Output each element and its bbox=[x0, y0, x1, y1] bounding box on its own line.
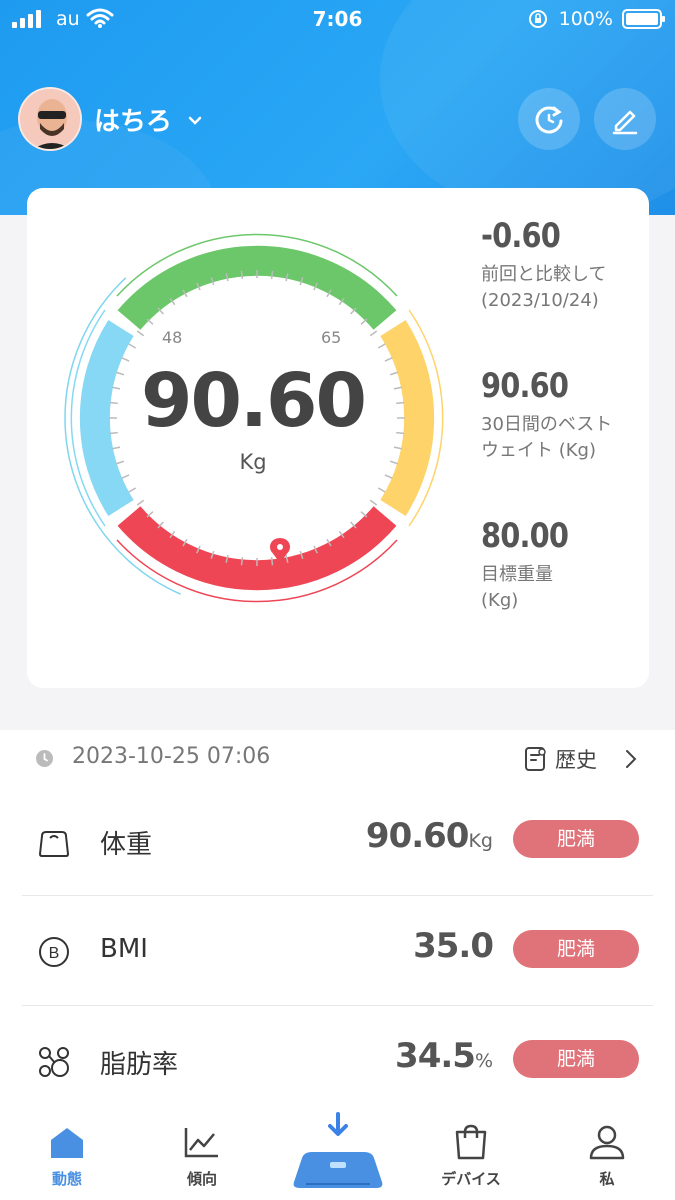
tab-label: 動態 bbox=[51, 1170, 82, 1188]
tab-label: 私 bbox=[599, 1170, 615, 1188]
stat-label-unit: ウェイト (Kg) bbox=[481, 440, 596, 461]
metric-row-bmi[interactable]: B BMI 35.0 肥満 bbox=[22, 896, 653, 1006]
gauge-tick-mark bbox=[136, 330, 145, 337]
home-icon bbox=[51, 1128, 83, 1158]
gauge-tick-mark bbox=[240, 270, 244, 279]
gauge-tick-mark bbox=[146, 318, 154, 325]
profile-selector[interactable]: はちろ bbox=[18, 86, 202, 152]
gauge-tick-mark bbox=[369, 330, 378, 337]
gauge-tick-mark bbox=[128, 487, 137, 493]
tab-devices[interactable]: デバイス bbox=[421, 1124, 521, 1189]
metric-unit: % bbox=[474, 1050, 493, 1072]
sync-button[interactable] bbox=[518, 88, 580, 150]
tab-trend[interactable]: 傾向 bbox=[152, 1124, 252, 1189]
metric-unit: Kg bbox=[468, 830, 493, 852]
metric-name: 脂肪率 bbox=[100, 1050, 179, 1080]
gauge-tick-mark bbox=[240, 557, 244, 566]
pencil-icon bbox=[612, 110, 638, 135]
measurement-date-row: 2023-10-25 07:06 歴史 bbox=[0, 730, 675, 786]
gauge-tick-mark bbox=[128, 343, 137, 349]
metrics-list: 体重 90.60Kg 肥満 B BMI 35.0 肥満 脂肪率 34.5% 肥満 bbox=[0, 786, 675, 1120]
stat-label: 前回と比較して bbox=[481, 264, 607, 285]
metric-row-weight[interactable]: 体重 90.60Kg 肥満 bbox=[22, 786, 653, 896]
tab-me[interactable]: 私 bbox=[557, 1124, 657, 1189]
metric-value: 34.5 bbox=[395, 1036, 476, 1076]
scale-download-icon bbox=[293, 1112, 383, 1188]
weight-unit: Kg bbox=[239, 450, 267, 474]
stat-target-weight: 80.00 目標重量 (Kg) bbox=[481, 516, 584, 614]
gauge-tick-mark bbox=[377, 487, 386, 493]
gauge-tick-mark bbox=[360, 511, 368, 518]
stat-label: 目標重量 bbox=[481, 564, 553, 585]
weight-summary-card: 48 65 90.60 Kg -0.60 前回と比較して (2023/10/24)… bbox=[27, 188, 649, 688]
metric-name: 体重 bbox=[100, 830, 153, 860]
metric-name: BMI bbox=[100, 934, 148, 964]
stat-best-30days: 90.60 30日間のベスト ウェイト (Kg) bbox=[481, 366, 612, 464]
clock-icon bbox=[36, 750, 53, 767]
gauge-tick-mark bbox=[270, 270, 274, 279]
tab-label: 傾向 bbox=[186, 1170, 217, 1188]
metric-value: 90.60 bbox=[365, 816, 470, 856]
avatar[interactable] bbox=[18, 87, 82, 151]
stat-label-date: (2023/10/24) bbox=[481, 290, 599, 311]
measurement-datetime: 2023-10-25 07:06 bbox=[72, 744, 271, 769]
shopping-bag-icon bbox=[455, 1124, 487, 1160]
metric-value: 35.0 bbox=[413, 926, 494, 966]
refresh-icon bbox=[535, 106, 563, 134]
stat-compare-previous: -0.60 前回と比較して (2023/10/24) bbox=[481, 216, 606, 314]
svg-text:B: B bbox=[49, 945, 60, 962]
tab-dynamics[interactable]: 動態 bbox=[17, 1124, 117, 1189]
body-fat-icon bbox=[39, 1047, 69, 1077]
chevron-down-icon[interactable] bbox=[188, 110, 202, 131]
gauge-tick-mark bbox=[377, 343, 386, 349]
stat-value: 90.60 bbox=[481, 366, 569, 406]
edit-button[interactable] bbox=[594, 88, 656, 150]
orientation-lock-icon bbox=[529, 10, 547, 28]
stat-label: 30日間のベスト bbox=[481, 414, 613, 435]
username: はちろ bbox=[94, 106, 173, 137]
stat-label-unit: (Kg) bbox=[481, 590, 519, 611]
person-icon bbox=[589, 1125, 625, 1160]
scale-icon bbox=[38, 831, 70, 857]
measure-button[interactable] bbox=[288, 1108, 388, 1200]
status-badge: 肥満 bbox=[513, 1040, 639, 1078]
gauge-tick-mark bbox=[112, 446, 121, 450]
battery-icon bbox=[622, 9, 665, 29]
metric-row-body-fat[interactable]: 脂肪率 34.5% 肥満 bbox=[22, 1006, 653, 1116]
current-weight: 90.60 bbox=[140, 358, 367, 444]
gauge-tick-mark bbox=[136, 499, 145, 506]
gauge-tick-mark bbox=[360, 318, 368, 325]
gauge-tick-low: 48 bbox=[162, 328, 183, 347]
gauge-tick-mark bbox=[121, 474, 130, 479]
status-badge: 肥満 bbox=[513, 930, 639, 968]
history-link[interactable]: 歴史 bbox=[555, 744, 597, 774]
tab-label: デバイス bbox=[441, 1170, 501, 1188]
chevron-right-icon[interactable] bbox=[624, 748, 638, 770]
gauge-tick-mark bbox=[369, 499, 378, 506]
gauge-tick-mark bbox=[393, 446, 402, 450]
history-icon[interactable] bbox=[524, 746, 548, 772]
status-badge: 肥満 bbox=[513, 820, 639, 858]
gauge-tick-mark bbox=[384, 474, 393, 479]
trend-chart-icon bbox=[184, 1128, 218, 1158]
battery-percent: 100% bbox=[558, 8, 613, 30]
status-bar: au 7:06 100% bbox=[0, 0, 675, 38]
stat-value: -0.60 bbox=[481, 216, 561, 256]
gauge-tick-high: 65 bbox=[321, 328, 342, 347]
stat-value: 80.00 bbox=[481, 516, 569, 556]
gauge-tick-mark bbox=[146, 511, 154, 518]
gauge-tick-mark bbox=[270, 557, 274, 566]
bmi-icon: B bbox=[39, 937, 69, 967]
